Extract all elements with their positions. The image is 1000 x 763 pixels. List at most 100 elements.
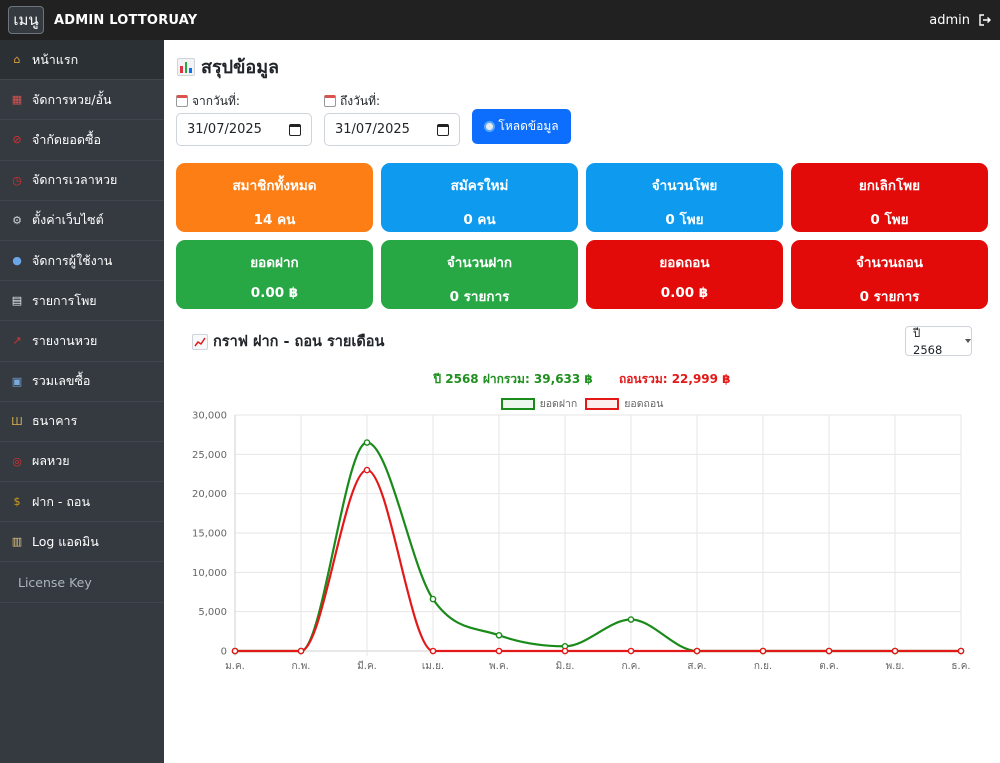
data-point[interactable] (627, 616, 635, 623)
stat-card-title: ยอดฝาก (250, 255, 299, 271)
data-point[interactable] (231, 647, 239, 655)
stat-card-title: สมาชิกทั้งหมด (232, 178, 317, 194)
sidebar-item[interactable]: ▤ รายการโพย (0, 281, 164, 322)
stat-card-title: สมัครใหม่ (450, 178, 509, 194)
x-tick-label: มี.ค. (357, 660, 377, 672)
page-title-text: สรุปข้อมูล (201, 57, 280, 78)
deposit-summary: ปี 2568 ฝากรวม: 39,633 ฿ (433, 372, 593, 386)
y-tick-label: 5,000 (198, 607, 227, 618)
stat-card-value: 0.00 ฿ (660, 285, 709, 301)
data-point[interactable] (297, 647, 305, 655)
sidebar-item[interactable]: ⌂ หน้าแรก (0, 40, 164, 81)
stat-card-title: จำนวนฝาก (446, 255, 513, 271)
stat-card: สมาชิกทั้งหมด 14 คน (176, 163, 373, 232)
x-tick-label: ก.พ. (291, 661, 310, 672)
sidebar-item[interactable]: Ш ธนาคาร (0, 402, 164, 442)
stat-card-value: 0 คน (463, 212, 496, 228)
refresh-icon (484, 121, 496, 132)
data-point[interactable] (693, 647, 701, 655)
sidebar-item-label: ฝาก - ถอน (32, 493, 90, 509)
chart-icon: ↗ (12, 334, 22, 348)
calendar-picker-icon[interactable] (437, 123, 449, 136)
main-content: สรุปข้อมูล จากวันที่: 31/07/2025 ถึงวันท… (164, 40, 1000, 763)
year-select[interactable]: ปี 2568 (905, 326, 972, 357)
sidebar-item-label: ตั้งค่าเว็บไซต์ (32, 212, 104, 228)
sidebar-item-label: จัดการเวลาหวย (32, 172, 118, 188)
alarm-clock-icon: ◷ (12, 173, 22, 187)
document-icon: ▤ (11, 294, 23, 308)
stat-card-title: จำนวนโพย (651, 178, 718, 194)
data-point[interactable] (957, 647, 965, 655)
data-point[interactable] (627, 647, 635, 655)
top-navbar: เมนู ADMIN LOTTORUAY admin (0, 0, 1000, 40)
sidebar: ⌂ หน้าแรก ▦ จัดการหวย/อั้น ⊘ จำกัดยอดซื้อ ◷ จัด… (0, 40, 164, 763)
stat-card-value: 0 รายการ (449, 289, 510, 305)
sidebar-item[interactable]: License Key (0, 562, 164, 603)
sidebar-item-label: จัดการผู้ใช้งาน (32, 252, 113, 268)
stat-card: สมัครใหม่ 0 คน (381, 163, 578, 232)
sidebar-item-label: License Key (18, 574, 92, 590)
y-tick-label: 30,000 (192, 411, 227, 422)
data-point[interactable] (891, 647, 899, 655)
withdraw-summary: ถอนรวม: 22,999 ฿ (618, 372, 731, 386)
x-tick-label: ธ.ค. (951, 661, 970, 672)
username-link[interactable]: admin (929, 13, 970, 28)
sidebar-item[interactable]: ▦ จัดการหวย/อั้น (0, 80, 164, 121)
x-tick-label: มิ.ย. (556, 661, 575, 672)
sidebar-item[interactable]: ▥ Log แอดมิน (0, 522, 164, 563)
data-point[interactable] (429, 595, 437, 603)
numbers-icon: ▣ (11, 374, 23, 388)
sidebar-item[interactable]: ● จัดการผู้ใช้งาน (0, 241, 164, 282)
x-tick-label: ส.ค. (687, 661, 706, 672)
home-icon: ⌂ (13, 53, 21, 67)
data-point[interactable] (363, 439, 371, 446)
data-point[interactable] (759, 647, 767, 655)
data-point[interactable] (825, 647, 833, 655)
from-date-value: 31/07/2025 (187, 122, 262, 137)
calendar-picker-icon[interactable] (289, 123, 301, 136)
sidebar-item[interactable]: ⚙ ตั้งค่าเว็บไซต์ (0, 201, 164, 241)
user-icon: ● (12, 254, 22, 268)
data-point[interactable] (561, 647, 569, 655)
load-data-button[interactable]: โหลดข้อมูล (472, 109, 571, 144)
menu-toggle-button[interactable]: เมนู (8, 6, 44, 34)
calendar-icon (324, 95, 336, 107)
series-line (235, 441, 961, 653)
x-tick-label: ต.ค. (819, 661, 839, 672)
chart-title-text: กราฟ ฝาก - ถอน รายเดือน (213, 334, 385, 350)
sidebar-item[interactable]: ◷ จัดการเวลาหวย (0, 161, 164, 201)
money-bag-icon: $ (13, 495, 21, 509)
sidebar-item[interactable]: ▣ รวมเลขซื้อ (0, 362, 164, 402)
sidebar-item[interactable]: ⊘ จำกัดยอดซื้อ (0, 120, 164, 161)
bank-icon: Ш (11, 414, 23, 428)
load-data-label: โหลดข้อมูล (498, 119, 559, 133)
from-date-group: จากวันที่: 31/07/2025 (176, 92, 312, 146)
brand-title: ADMIN LOTTORUAY (54, 12, 198, 28)
sidebar-item-label: จัดการหวย/อั้น (32, 91, 112, 107)
from-date-label: จากวันที่: (192, 93, 240, 108)
stat-card: จำนวนถอน 0 รายการ (791, 240, 988, 309)
sidebar-item-label: ธนาคาร (32, 413, 78, 429)
from-date-input[interactable]: 31/07/2025 (176, 113, 312, 146)
sidebar-item[interactable]: $ ฝาก - ถอน (0, 482, 164, 523)
sidebar-item[interactable]: ↗ รายงานหวย (0, 321, 164, 362)
user-area: admin (929, 0, 992, 40)
x-tick-label: ก.ย. (754, 661, 772, 672)
sidebar-item-label: หน้าแรก (32, 51, 79, 67)
sidebar-item-label: รายการโพย (32, 292, 97, 308)
clipboard-icon: ▥ (11, 535, 23, 549)
to-date-input[interactable]: 31/07/2025 (324, 113, 460, 146)
data-point[interactable] (495, 631, 503, 639)
to-date-label: ถึงวันที่: (340, 93, 381, 108)
logout-icon[interactable] (978, 13, 992, 27)
stat-card: จำนวนโพย 0 โพย (586, 163, 783, 232)
stat-card-value: 0 รายการ (859, 289, 920, 305)
to-date-value: 31/07/2025 (335, 122, 410, 137)
stat-card: ยอดถอน 0.00 ฿ (586, 240, 783, 309)
sidebar-item[interactable]: ◎ ผลหวย (0, 442, 164, 483)
trend-chart-icon (192, 333, 208, 350)
data-point[interactable] (495, 647, 503, 655)
data-point[interactable] (429, 647, 437, 655)
y-tick-label: 25,000 (192, 450, 227, 461)
data-point[interactable] (363, 466, 371, 474)
